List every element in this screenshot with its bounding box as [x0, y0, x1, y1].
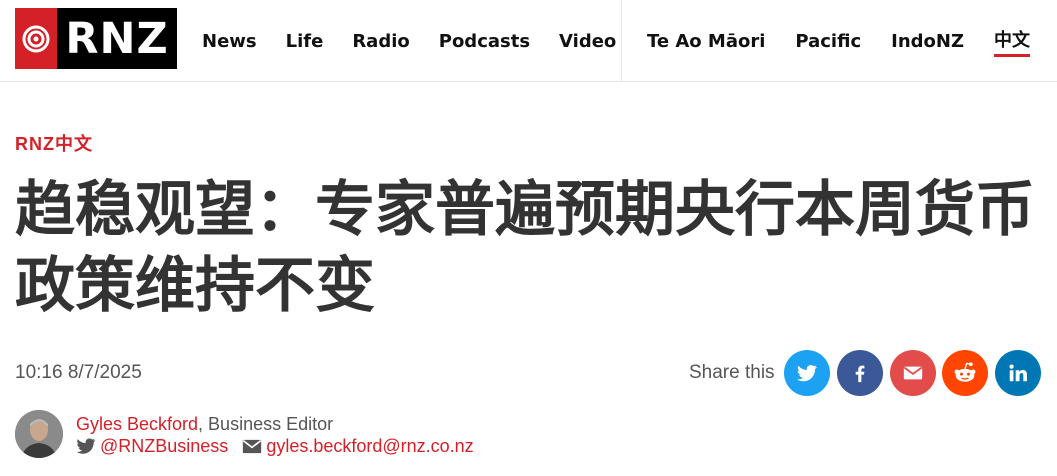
nav-te-ao-maori[interactable]: Te Ao Māori [647, 31, 765, 52]
nav-news[interactable]: News [202, 31, 257, 52]
rnz-logo-mark-icon [15, 8, 57, 69]
nav-podcasts[interactable]: Podcasts [439, 31, 530, 52]
section-kicker[interactable]: RNZ中文 [15, 130, 93, 156]
author-name-link[interactable]: Gyles Beckford [76, 414, 198, 434]
share-facebook-button[interactable] [837, 350, 883, 396]
site-header: RNZ News Life Radio Podcasts Video Te Ao… [0, 0, 1057, 82]
nav-pacific[interactable]: Pacific [795, 31, 861, 52]
share-twitter-button[interactable] [784, 350, 830, 396]
author-email-link[interactable]: gyles.beckford@rnz.co.nz [266, 436, 473, 457]
author-twitter-link[interactable]: @RNZBusiness [100, 436, 228, 457]
nav-divider [621, 0, 622, 82]
author-avatar[interactable] [15, 410, 63, 458]
email-icon [903, 366, 923, 380]
nav-life[interactable]: Life [286, 31, 324, 52]
rnz-logo-text: RNZ [57, 8, 177, 69]
nav-indonz[interactable]: IndoNZ [891, 31, 964, 52]
facebook-icon [855, 365, 865, 383]
nav-chinese[interactable]: 中文 [994, 26, 1031, 57]
article-timestamp: 10:16 8/7/2025 [15, 362, 142, 383]
linkedin-icon [1009, 364, 1027, 382]
twitter-icon [797, 365, 817, 382]
secondary-nav: Te Ao Māori Pacific IndoNZ 中文 [647, 0, 1031, 82]
article-headline: 趋稳观望：专家普遍预期央行本周货币政策维持不变 [15, 175, 1035, 321]
main-nav: News Life Radio Podcasts Video [202, 0, 616, 82]
author-role: , Business Editor [198, 414, 334, 434]
share-linkedin-button[interactable] [995, 350, 1041, 396]
share-label: Share this [689, 362, 775, 383]
rnz-logo[interactable]: RNZ [15, 8, 177, 69]
nav-radio[interactable]: Radio [352, 31, 409, 52]
reddit-icon [954, 362, 976, 382]
share-email-button[interactable] [890, 350, 936, 396]
share-reddit-button[interactable] [942, 350, 988, 396]
author-byline: Gyles Beckford, Business Editor [76, 414, 333, 435]
email-icon [242, 439, 262, 454]
author-contact: @RNZBusiness gyles.beckford@rnz.co.nz [76, 436, 474, 457]
twitter-icon [76, 438, 96, 455]
nav-video[interactable]: Video [559, 31, 616, 52]
